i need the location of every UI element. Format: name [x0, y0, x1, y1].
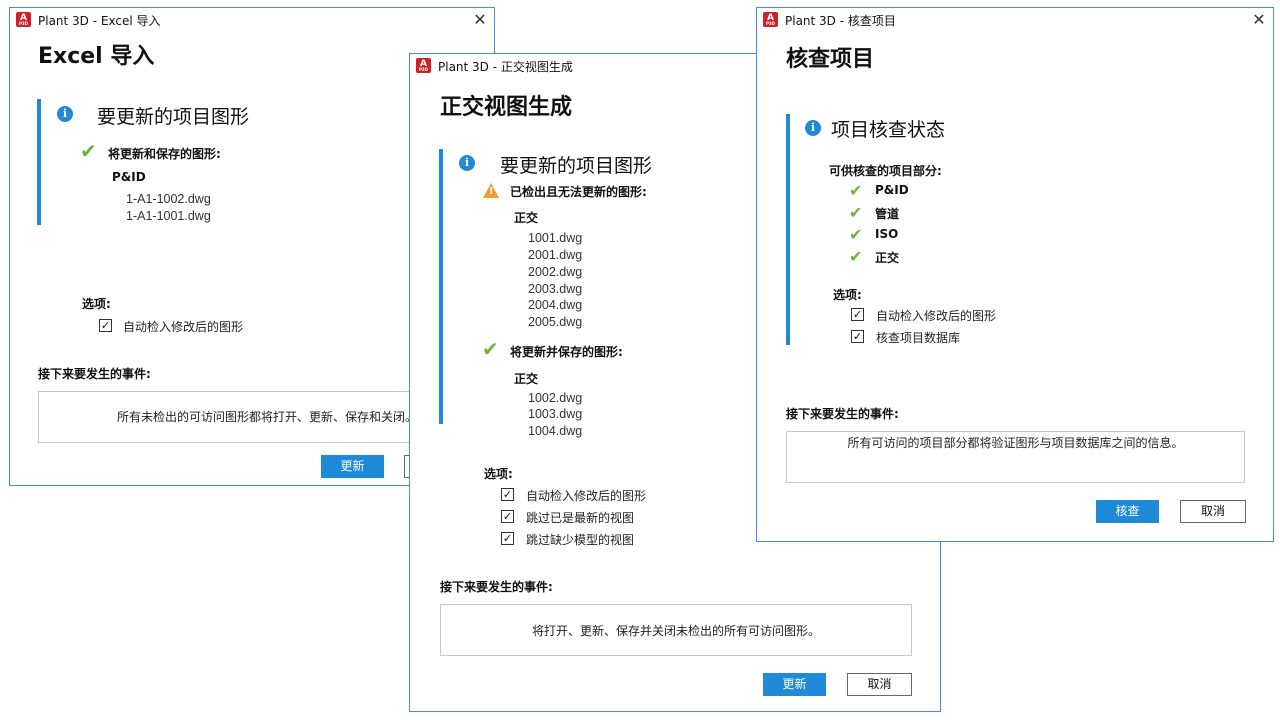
file-item: 1001.dwg — [528, 231, 583, 245]
events-box: 将打开、更新、保存并关闭未检出的所有可访问图形。 — [440, 604, 912, 656]
skip-missing-model-label: 跳过缺少模型的视图 — [526, 533, 635, 547]
title-bar[interactable]: A P3D Plant 3D - Excel 导入 ✕ — [10, 8, 494, 32]
file-item: 2005.dwg — [528, 315, 583, 329]
update-button[interactable]: 更新 — [763, 673, 826, 696]
dialog-title: Excel 导入 — [38, 44, 155, 69]
window-title: Plant 3D - 核查项目 — [785, 14, 896, 28]
skip-uptodate-checkbox[interactable]: ✓ — [501, 510, 514, 523]
part-item: 管道 — [875, 207, 900, 221]
info-icon: i — [57, 106, 73, 122]
events-text: 所有未检出的可访问图形都将打开、更新、保存和关闭。 — [116, 410, 417, 424]
file-item: 2004.dwg — [528, 298, 583, 312]
dialog-title: 核查项目 — [786, 47, 875, 72]
check-icon: ✔ — [849, 181, 863, 200]
part-item: P&ID — [875, 183, 909, 197]
close-icon[interactable]: ✕ — [1249, 10, 1269, 30]
file-item: 2003.dwg — [528, 282, 583, 296]
auto-checkin-checkbox[interactable]: ✓ — [851, 308, 864, 321]
cancel-button[interactable]: 取消 — [1180, 500, 1246, 523]
auto-checkin-checkbox[interactable]: ✓ — [99, 319, 112, 332]
check-icon: ✔ — [849, 203, 863, 222]
options-label: 选项: — [82, 297, 111, 311]
window-title: Plant 3D - Excel 导入 — [38, 14, 161, 28]
file-item: 2001.dwg — [528, 248, 583, 262]
group-label: 正交 — [514, 372, 539, 386]
file-item: 1004.dwg — [528, 424, 583, 438]
app-icon: A P3D — [416, 58, 431, 73]
auto-checkin-checkbox[interactable]: ✓ — [501, 488, 514, 501]
parts-label: 可供核查的项目部分: — [829, 164, 942, 178]
group-label: P&ID — [112, 170, 146, 184]
check-icon: ✔ — [482, 337, 499, 361]
section-accent-bar — [439, 149, 443, 424]
skip-uptodate-label: 跳过已是最新的视图 — [526, 511, 635, 525]
auto-checkin-label: 自动检入修改后的图形 — [123, 320, 244, 334]
options-label: 选项: — [484, 467, 513, 481]
options-label: 选项: — [833, 288, 862, 302]
audit-database-checkbox[interactable]: ✓ — [851, 330, 864, 343]
file-item: 1-A1-1001.dwg — [126, 209, 211, 223]
audit-database-label: 核查项目数据库 — [876, 331, 961, 345]
section-heading: 要更新的项目图形 — [97, 106, 250, 128]
info-icon: i — [805, 120, 821, 136]
events-label: 接下来要发生的事件: — [440, 580, 553, 594]
save-drawings-label: 将更新和保存的图形: — [108, 147, 221, 161]
window-title: Plant 3D - 正交视图生成 — [438, 60, 573, 74]
section-accent-bar — [37, 99, 41, 225]
save-drawings-label: 将更新并保存的图形: — [510, 345, 623, 359]
section-heading: 项目核查状态 — [831, 119, 946, 141]
audit-project-dialog: A P3D Plant 3D - 核查项目 ✕ 核查项目 i 项目核查状态 可供核… — [756, 7, 1274, 542]
title-bar[interactable]: A P3D Plant 3D - 核查项目 ✕ — [757, 8, 1273, 32]
cancel-button[interactable]: 取消 — [847, 673, 912, 696]
file-item: 1003.dwg — [528, 407, 583, 421]
part-item: ISO — [875, 227, 899, 241]
info-icon: i — [459, 155, 475, 171]
warning-icon: ! — [483, 183, 499, 198]
events-label: 接下来要发生的事件: — [38, 367, 151, 381]
file-item: 1-A1-1002.dwg — [126, 192, 211, 206]
file-item: 2002.dwg — [528, 265, 583, 279]
auto-checkin-label: 自动检入修改后的图形 — [526, 489, 647, 503]
auto-checkin-label: 自动检入修改后的图形 — [876, 309, 997, 323]
audit-button[interactable]: 核查 — [1096, 500, 1159, 523]
events-text: 将打开、更新、保存并关闭未检出的所有可访问图形。 — [531, 624, 820, 638]
checked-out-label: 已检出且无法更新的图形: — [510, 185, 647, 199]
check-icon: ✔ — [849, 225, 863, 244]
dialog-title: 正交视图生成 — [440, 95, 573, 120]
app-icon: A P3D — [16, 12, 31, 27]
check-icon: ✔ — [849, 247, 863, 266]
part-item: 正交 — [875, 251, 900, 265]
events-text: 所有可访问的项目部分都将验证图形与项目数据库之间的信息。 — [847, 436, 1184, 450]
group-label: 正交 — [514, 211, 539, 225]
events-label: 接下来要发生的事件: — [786, 407, 899, 421]
file-item: 1002.dwg — [528, 391, 583, 405]
events-box: 所有可访问的项目部分都将验证图形与项目数据库之间的信息。 — [786, 431, 1245, 483]
section-accent-bar — [786, 114, 790, 345]
check-icon: ✔ — [80, 139, 97, 163]
skip-missing-model-checkbox[interactable]: ✓ — [501, 532, 514, 545]
section-heading: 要更新的项目图形 — [500, 155, 653, 177]
close-icon[interactable]: ✕ — [470, 10, 490, 30]
update-button[interactable]: 更新 — [321, 455, 384, 478]
app-icon: A P3D — [763, 12, 778, 27]
